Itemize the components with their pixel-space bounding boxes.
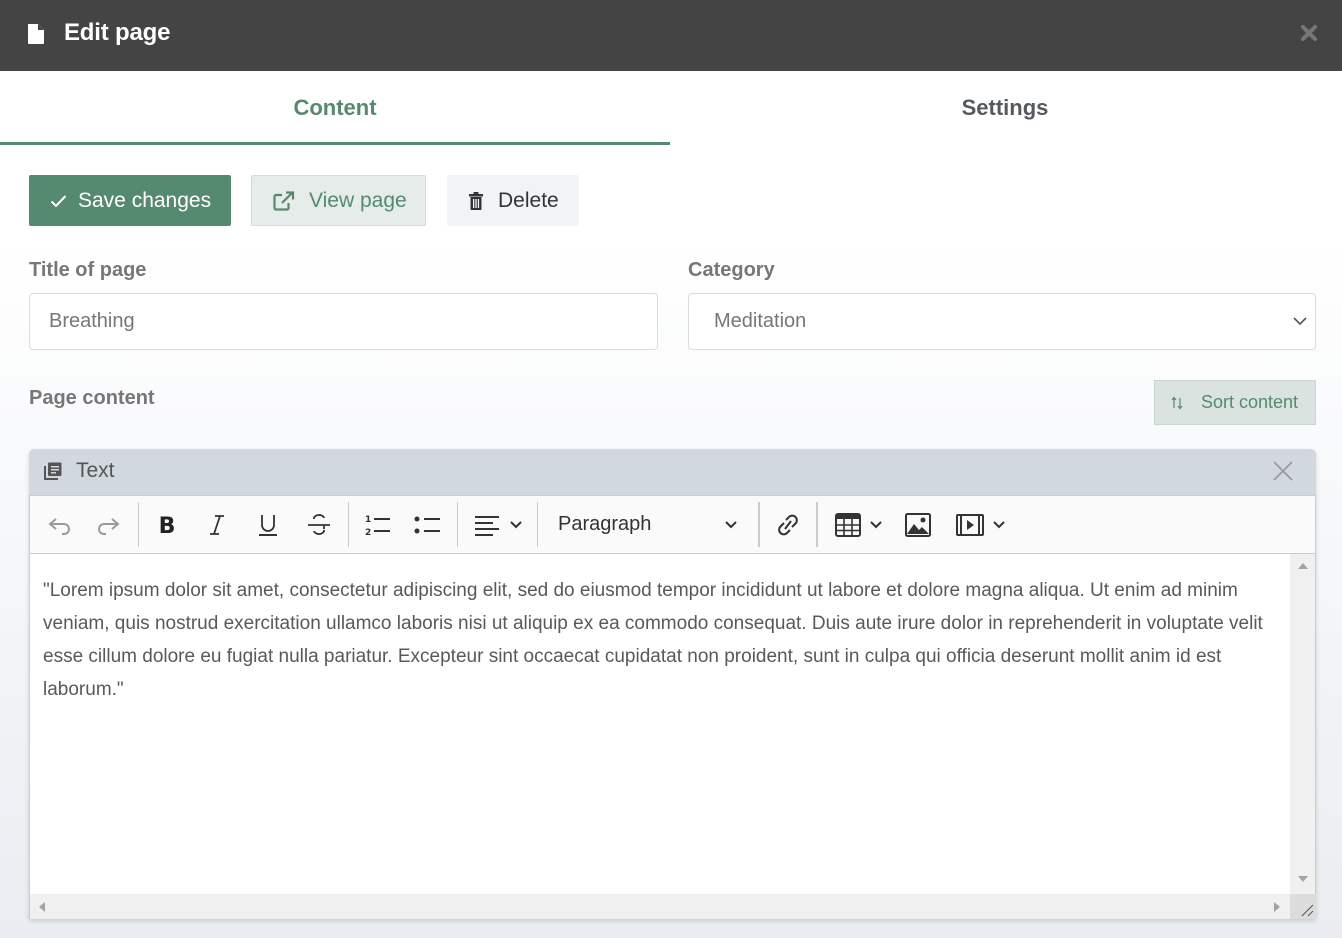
horizontal-scrollbar[interactable] — [29, 894, 1290, 919]
chevron-down-icon — [993, 520, 1005, 528]
external-link-icon — [273, 190, 295, 211]
bold-button[interactable]: B — [150, 496, 184, 553]
text-content-block: Text B 1 2 Paragraph "Lorem ipsum dolor … — [29, 449, 1316, 919]
title-input-value: Breathing — [49, 310, 135, 332]
numbered-list-button[interactable]: 1 2 — [360, 496, 394, 553]
save-changes-label: Save changes — [78, 188, 212, 212]
link-icon — [778, 514, 798, 535]
bulleted-list-button[interactable] — [410, 496, 444, 553]
view-page-label: View page — [309, 188, 407, 212]
save-changes-button[interactable]: Save changes — [29, 175, 231, 226]
toolbar-separator — [537, 502, 538, 547]
align-left-icon — [475, 515, 499, 536]
format-select[interactable]: Paragraph — [548, 496, 748, 553]
video-icon — [956, 513, 984, 536]
sort-content-button[interactable]: Sort content — [1154, 380, 1316, 425]
chevron-down-icon — [870, 520, 882, 528]
toolbar-separator — [457, 502, 458, 547]
redo-button[interactable] — [90, 496, 126, 553]
text-block-icon — [44, 462, 62, 480]
scroll-right-icon[interactable] — [1274, 902, 1280, 912]
image-button[interactable] — [900, 496, 936, 553]
underline-button[interactable] — [251, 496, 285, 553]
chevron-down-icon — [725, 521, 737, 529]
delete-label: Delete — [498, 188, 559, 212]
editor-toolbar: B 1 2 Paragraph — [29, 495, 1316, 554]
table-dropdown[interactable] — [828, 496, 890, 553]
format-select-value: Paragraph — [558, 513, 652, 535]
trash-icon — [469, 191, 483, 210]
resize-handle[interactable] — [1290, 894, 1316, 919]
scroll-left-icon[interactable] — [39, 902, 45, 912]
close-icon[interactable] — [1300, 24, 1318, 42]
file-icon — [28, 24, 44, 44]
page-content-label: Page content — [29, 387, 155, 409]
svg-text:B: B — [159, 514, 176, 536]
delete-button[interactable]: Delete — [447, 175, 579, 226]
tab-content[interactable]: Content — [0, 71, 670, 145]
svg-text:2: 2 — [365, 528, 371, 537]
italic-icon — [210, 514, 224, 535]
chevron-down-icon — [510, 520, 522, 528]
resize-grip-icon — [1301, 904, 1314, 917]
sort-icon — [1171, 396, 1183, 409]
tab-bar: Content Settings — [0, 71, 1342, 145]
bulleted-list-icon — [414, 516, 440, 533]
sort-content-label: Sort content — [1201, 392, 1299, 412]
toolbar-separator — [138, 502, 139, 547]
toolbar-separator — [758, 502, 760, 547]
undo-icon — [48, 517, 70, 535]
toolbar-separator — [816, 502, 818, 547]
block-type-label: Text — [76, 459, 115, 482]
category-select-value: Meditation — [714, 310, 807, 332]
title-input[interactable]: Breathing — [29, 293, 658, 350]
strikethrough-icon — [308, 513, 330, 535]
remove-block-icon[interactable] — [1273, 461, 1293, 481]
media-dropdown[interactable] — [950, 496, 1012, 553]
category-select[interactable]: Meditation — [688, 293, 1316, 350]
svg-text:1: 1 — [365, 515, 371, 525]
modal-header: Edit page — [0, 0, 1342, 71]
tab-settings[interactable]: Settings — [670, 71, 1340, 145]
check-icon — [50, 194, 67, 207]
view-page-button[interactable]: View page — [251, 175, 426, 226]
block-header[interactable]: Text — [29, 449, 1316, 495]
strikethrough-button[interactable] — [302, 496, 336, 553]
modal-title: Edit page — [64, 19, 171, 46]
image-icon — [905, 512, 931, 537]
bold-icon: B — [159, 514, 176, 536]
table-icon — [835, 512, 861, 537]
chevron-down-icon — [1293, 317, 1307, 326]
category-field-label: Category — [688, 259, 775, 281]
toolbar-separator — [348, 502, 349, 547]
redo-icon — [98, 517, 120, 535]
scroll-up-icon[interactable] — [1298, 563, 1308, 569]
alignment-dropdown[interactable] — [468, 496, 528, 553]
underline-icon — [259, 514, 277, 536]
title-field-label: Title of page — [29, 259, 147, 281]
numbered-list-icon: 1 2 — [365, 515, 390, 537]
editor-content[interactable]: "Lorem ipsum dolor sit amet, consectetur… — [43, 574, 1273, 706]
link-button[interactable] — [770, 496, 806, 553]
italic-button[interactable] — [200, 496, 234, 553]
vertical-scrollbar[interactable] — [1290, 554, 1316, 894]
scroll-down-icon[interactable] — [1298, 876, 1308, 882]
rich-text-editor[interactable]: "Lorem ipsum dolor sit amet, consectetur… — [29, 554, 1290, 894]
undo-button[interactable] — [42, 496, 78, 553]
